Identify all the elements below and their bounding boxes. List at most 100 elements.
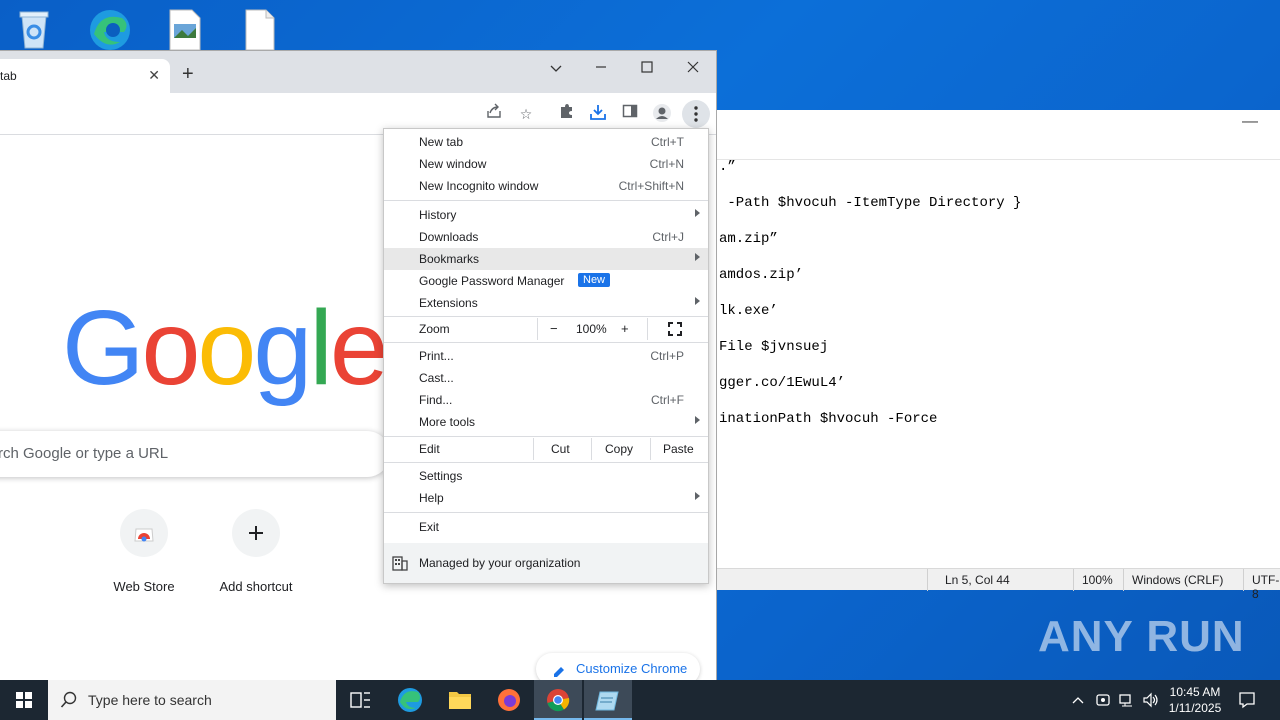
menu-divider [384,342,708,343]
chevron-down-icon[interactable] [541,57,571,81]
fullscreen-icon[interactable] [668,322,682,339]
chrome-taskbar-icon[interactable] [534,680,582,720]
plus-icon [232,509,280,557]
menu-item-extensions[interactable]: Extensions [384,292,708,314]
search-placeholder: rch Google or type a URL [0,445,169,462]
text-line: am.zip” [719,231,778,247]
clock-time: 10:45 AM [1169,685,1221,699]
menu-divider [384,512,708,513]
line-ending: Windows (CRLF) [1132,573,1224,587]
notepad-taskbar-icon[interactable] [584,680,632,720]
clock[interactable]: 10:45 AM 1/11/2025 [1160,684,1230,716]
notepad-text-area[interactable]: .” -Path $hvocuh -ItemType Directory } a… [719,158,1280,446]
notification-icon[interactable] [1238,691,1256,712]
chevron-up-icon[interactable] [1071,693,1085,710]
extensions-icon[interactable] [555,103,577,125]
edge-taskbar-icon[interactable] [386,680,434,720]
shortcut-web-store[interactable]: Web Store [99,509,189,594]
image-file-icon[interactable] [164,6,212,51]
submenu-arrow-icon [695,492,700,500]
close-icon[interactable]: ✕ [148,67,160,84]
chrome-menu: New tab Ctrl+T New window Ctrl+N New Inc… [383,128,709,584]
text-line: gger.co/1EwuL4’ [719,375,846,391]
menu-label: Exit [419,520,440,534]
blank-file-icon[interactable] [238,6,286,51]
zoom-divider [537,318,538,340]
share-icon[interactable] [483,103,505,125]
menu-shortcut: Ctrl+F [651,393,684,407]
text-line: -Path $hvocuh -ItemType Directory } [719,195,1022,211]
menu-item-new-incognito[interactable]: New Incognito window Ctrl+Shift+N [384,175,708,197]
menu-item-print[interactable]: Print... Ctrl+P [384,345,708,367]
menu-shortcut: Ctrl+J [652,230,684,244]
close-window-icon[interactable] [678,57,708,81]
menu-label: New window [419,157,487,171]
menu-label: Settings [419,469,463,483]
profile-icon[interactable] [651,103,673,125]
menu-item-bookmarks[interactable]: Bookmarks [384,248,708,270]
cut-button[interactable]: Cut [551,442,570,456]
network-icon[interactable] [1118,692,1136,711]
menu-divider [384,316,708,317]
zoom-label: Zoom [419,322,450,336]
menu-button[interactable] [682,100,710,128]
tab-strip: tab ✕ + [0,51,716,93]
google-logo: Google [62,289,389,407]
menu-item-new-tab[interactable]: New tab Ctrl+T [384,131,708,153]
menu-item-exit[interactable]: Exit [384,516,708,538]
menu-label: History [419,208,457,222]
encoding: UTF-8 [1252,573,1280,601]
taskbar-search[interactable]: Type here to search [48,680,336,720]
menu-item-cast[interactable]: Cast... [384,367,708,389]
shortcut-add[interactable]: Add shortcut [211,509,301,594]
submenu-arrow-icon [695,209,700,217]
search-box[interactable]: rch Google or type a URL [0,431,390,477]
text-line: lk.exe’ [719,303,778,319]
edge-icon[interactable] [86,6,134,50]
submenu-arrow-icon [695,297,700,305]
cursor-position: Ln 5, Col 44 [945,573,1010,587]
menu-item-new-window[interactable]: New window Ctrl+N [384,153,708,175]
firefox-icon[interactable] [485,680,533,720]
recycle-bin-icon[interactable] [14,6,62,50]
menu-item-more-tools[interactable]: More tools [384,411,708,433]
managed-by-organization[interactable]: Managed by your organization [384,543,708,583]
chrome-web-store-icon [120,509,168,557]
side-panel-icon[interactable] [619,103,641,125]
menu-divider [384,436,708,437]
zoom-level: 100% [1082,573,1113,587]
menu-item-help[interactable]: Help [384,487,708,509]
start-button[interactable] [0,680,48,720]
menu-zoom-row: Zoom − 100% + [384,318,708,340]
menu-item-password-manager[interactable]: Google Password Manager New [384,270,708,292]
menu-item-downloads[interactable]: Downloads Ctrl+J [384,226,708,248]
star-icon[interactable]: ☆ [515,103,537,125]
new-tab-button[interactable]: + [182,64,194,84]
edit-divider [533,438,534,460]
volume-icon[interactable] [1142,692,1160,711]
menu-label: Bookmarks [419,252,480,266]
minimize-icon[interactable]: — [1242,113,1258,131]
download-icon[interactable] [587,103,609,125]
minimize-icon[interactable] [586,57,616,81]
menu-label: New tab [419,135,464,149]
maximize-icon[interactable] [632,57,662,81]
tab-new-tab[interactable]: tab ✕ [0,59,170,93]
menu-label: Extensions [419,296,478,310]
menu-item-history[interactable]: History [384,204,708,226]
menu-item-find[interactable]: Find... Ctrl+F [384,389,708,411]
menu-label: Find... [419,393,453,407]
submenu-arrow-icon [695,416,700,424]
menu-label: Downloads [419,230,479,244]
file-explorer-icon[interactable] [436,680,484,720]
copy-button[interactable]: Copy [605,442,633,456]
security-icon[interactable] [1095,692,1111,711]
paste-button[interactable]: Paste [663,442,694,456]
shortcut-label: Web Store [113,579,175,594]
menu-label: Google Password Manager [419,274,565,288]
menu-item-settings[interactable]: Settings [384,465,708,487]
zoom-in-button[interactable]: + [621,321,629,336]
text-line: .” [719,159,736,175]
zoom-out-button[interactable]: − [550,321,558,336]
task-view-icon[interactable] [336,680,384,720]
